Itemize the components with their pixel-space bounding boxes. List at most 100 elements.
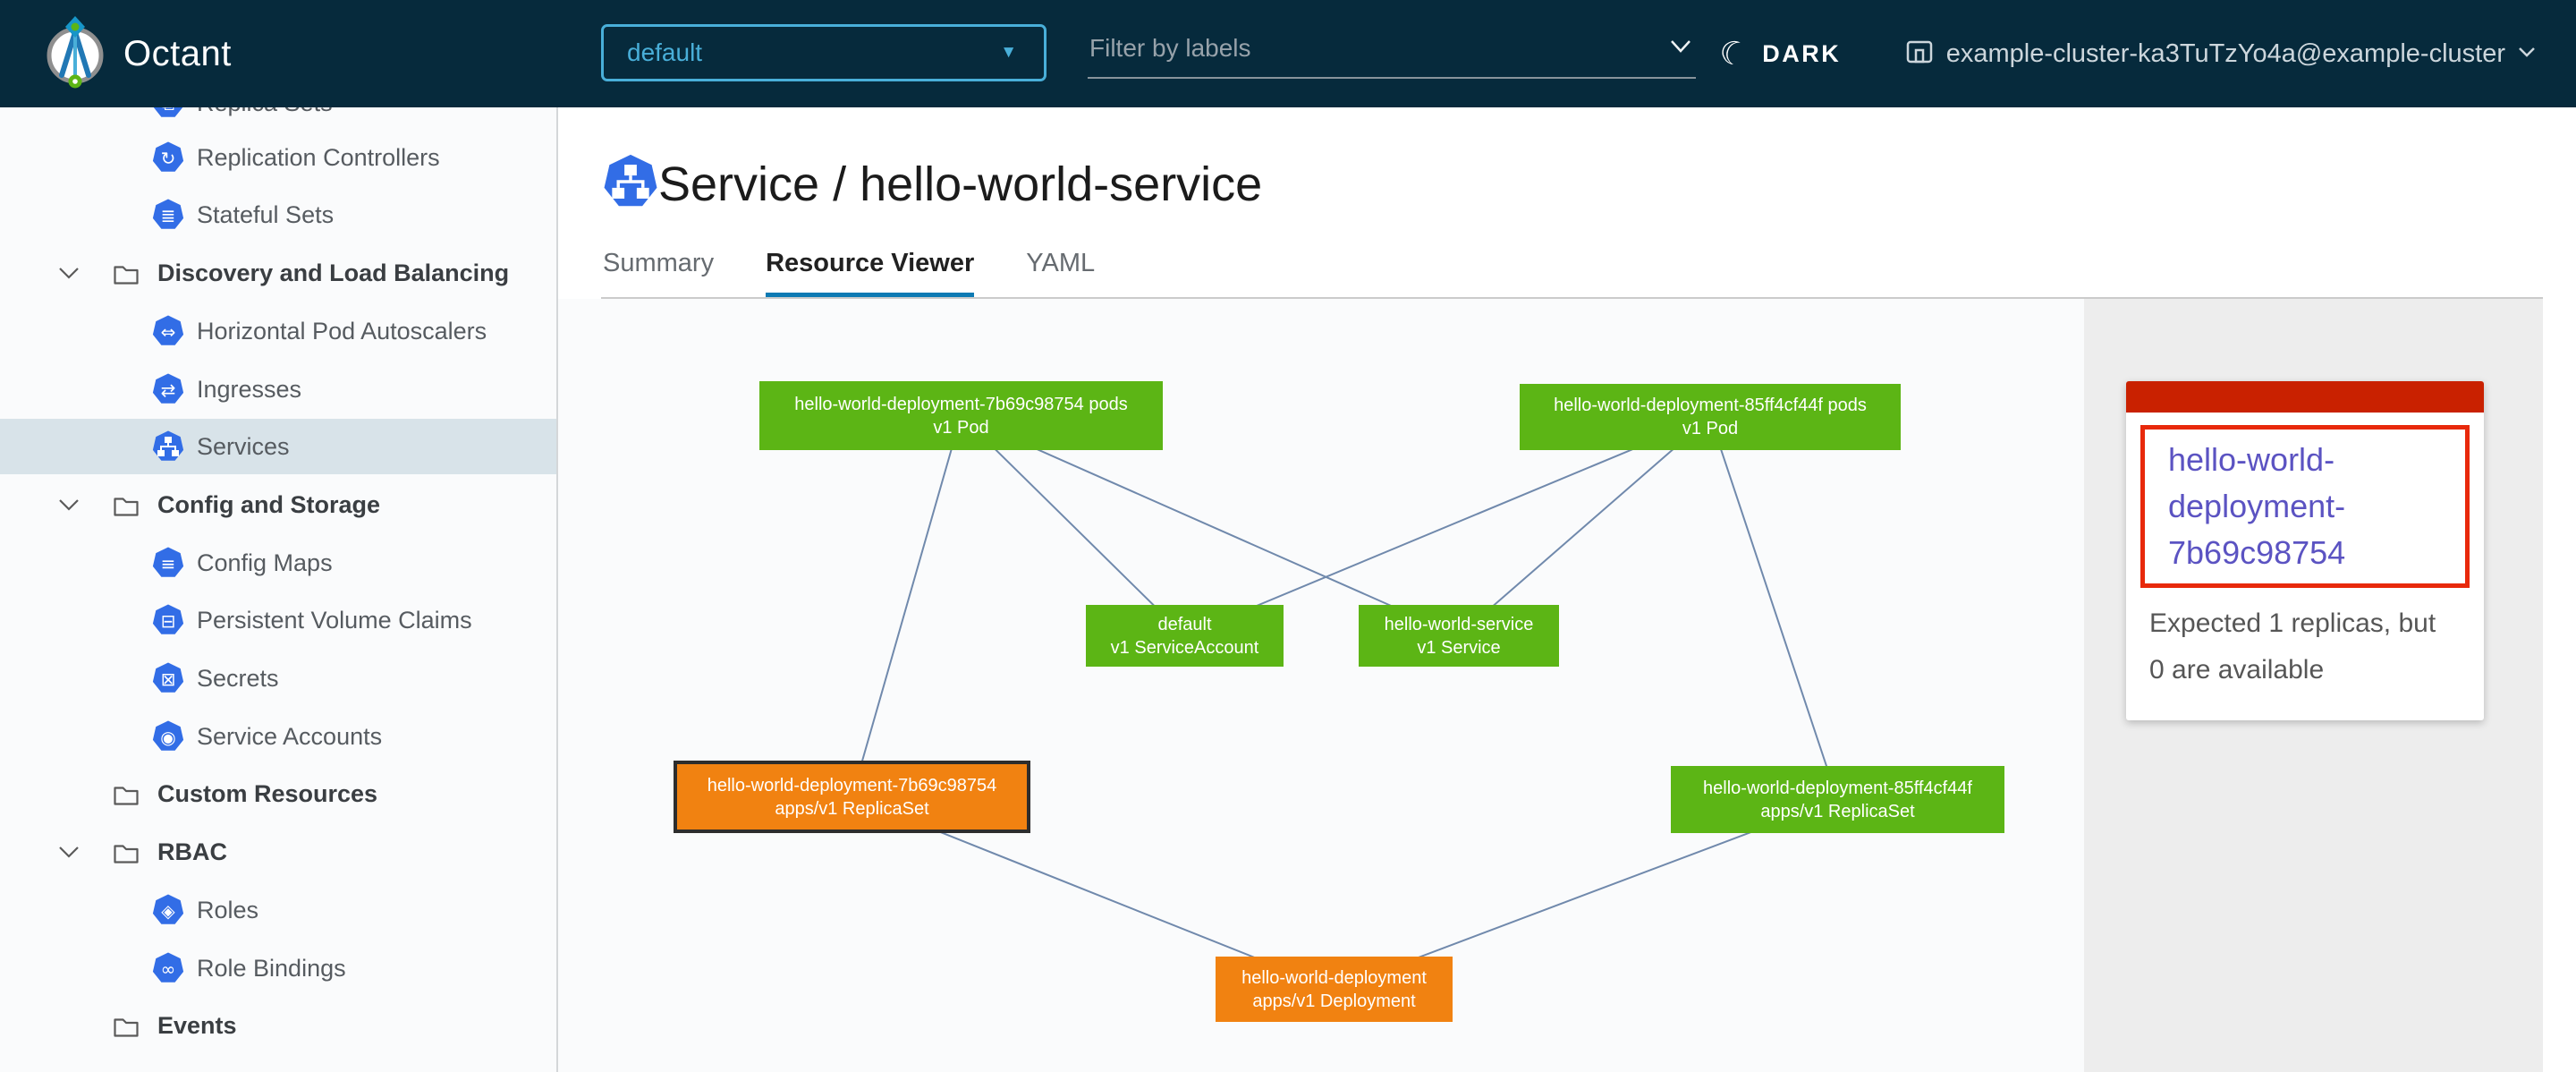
chevron-down-icon[interactable] xyxy=(1669,38,1692,60)
sidebar-item-service-accounts[interactable]: ◉ Service Accounts xyxy=(0,709,556,764)
node-label: default xyxy=(1157,613,1211,636)
sidebar-item-rbac[interactable]: RBAC xyxy=(0,824,556,880)
page-header: Service / hello-world-service xyxy=(603,154,1262,214)
graph-node-pod-left[interactable]: hello-world-deployment-7b69c98754 podsv1… xyxy=(759,381,1163,450)
sidebar-item-label: Replica Sets xyxy=(197,107,333,131)
selected-resource-box: hello-world-deployment-7b69c98754 xyxy=(2140,425,2470,588)
sidebar-item-label: Config Maps xyxy=(197,535,333,591)
sidebar-item-horizontal-pod-autoscalers[interactable]: ⇔ Horizontal Pod Autoscalers xyxy=(0,303,556,359)
sidebar-item-label: Horizontal Pod Autoscalers xyxy=(197,303,487,359)
context-selector[interactable]: example-cluster-ka3TuTzYo4a@example-clus… xyxy=(1905,0,2536,107)
graph-node-replicaset-new[interactable]: hello-world-deployment-85ff4cf44fapps/v1… xyxy=(1671,766,2004,833)
octant-compass-logo[interactable] xyxy=(45,13,106,93)
sidebar-item-custom-resources[interactable]: Custom Resources xyxy=(0,766,556,821)
app-title: Octant xyxy=(123,0,232,107)
sidebar-item-label: Secrets xyxy=(197,651,279,706)
chevron-down-icon xyxy=(2518,46,2536,63)
role-bindings-icon: ∞ xyxy=(152,952,184,989)
sidebar-item-stateful-sets[interactable]: ≣ Stateful Sets xyxy=(0,187,556,242)
sidebar-item-label: Events xyxy=(157,998,237,1053)
namespace-value: default xyxy=(627,38,702,67)
graph-node-replicaset-old[interactable]: hello-world-deployment-7b69c98754apps/v1… xyxy=(674,761,1030,833)
page-title: Service / hello-world-service xyxy=(658,157,1262,212)
service-accounts-icon: ◉ xyxy=(152,720,184,757)
tab-resource-viewer[interactable]: Resource Viewer xyxy=(766,249,974,298)
folder-icon xyxy=(113,260,140,290)
svg-text:◈: ◈ xyxy=(161,900,175,922)
sidebar-item-config-maps[interactable]: ≡ Config Maps xyxy=(0,535,556,591)
roles-icon: ◈ xyxy=(152,894,184,931)
folder-icon xyxy=(113,1013,140,1042)
node-label: hello-world-deployment-7b69c98754 pods xyxy=(794,393,1127,416)
sidebar-item-secrets[interactable]: ⊠ Secrets xyxy=(0,651,556,706)
status-card: hello-world-deployment-7b69c98754 Expect… xyxy=(2126,381,2484,720)
sidebar-item-label: Stateful Sets xyxy=(197,187,334,242)
sidebar-item-label: Role Bindings xyxy=(197,940,346,996)
tab-bar: Summary Resource Viewer YAML xyxy=(603,249,1147,298)
sidebar-item-role-bindings[interactable]: ∞ Role Bindings xyxy=(0,940,556,996)
context-name: example-cluster-ka3TuTzYo4a@example-clus… xyxy=(1946,39,2505,69)
sidebar-item-persistent-volume-claims[interactable]: ⊟ Persistent Volume Claims xyxy=(0,592,556,648)
sidebar-nav: ⧉ Replica Sets ↻ Replication Controllers ≣ St… xyxy=(0,107,558,1072)
sidebar-item-roles[interactable]: ◈ Roles xyxy=(0,882,556,938)
ingresses-icon: ⇄ xyxy=(152,373,184,410)
octant-app: Octant default ▼ Filter by labels ☾ DARK… xyxy=(0,0,2576,1072)
tab-summary[interactable]: Summary xyxy=(603,249,714,293)
folder-icon xyxy=(113,492,140,522)
sidebar-item-ingresses[interactable]: ⇄Ingresses xyxy=(0,362,556,417)
graph-node-pod-right[interactable]: hello-world-deployment-85ff4cf44f podsv1… xyxy=(1520,384,1901,450)
error-status-bar xyxy=(2126,381,2484,413)
secrets-icon: ⊠ xyxy=(152,662,184,699)
replica-sets-icon: ⧉ xyxy=(152,107,184,123)
graph-node-service[interactable]: hello-world-servicev1 Service xyxy=(1359,605,1559,667)
graph-node-deployment[interactable]: hello-world-deploymentapps/v1 Deployment xyxy=(1216,957,1453,1022)
node-kind: v1 ServiceAccount xyxy=(1111,636,1259,659)
theme-toggle-label: DARK xyxy=(1762,40,1841,68)
chevron-down-icon[interactable] xyxy=(57,497,80,517)
tab-yaml[interactable]: YAML xyxy=(1026,249,1095,293)
node-label: hello-world-deployment-85ff4cf44f xyxy=(1703,777,1972,800)
label-filter-input[interactable]: Filter by labels xyxy=(1088,27,1696,79)
folder-icon xyxy=(113,839,140,869)
svg-text:≡: ≡ xyxy=(161,553,176,574)
replication-controllers-icon: ↻ xyxy=(152,141,184,178)
folder-icon xyxy=(113,781,140,811)
node-kind: apps/v1 ReplicaSet xyxy=(775,797,928,821)
persistent-volume-claims-icon: ⊟ xyxy=(152,604,184,641)
sidebar-item-label: Service Accounts xyxy=(197,709,382,764)
config-maps-icon: ≡ xyxy=(152,547,184,583)
label-filter-placeholder: Filter by labels xyxy=(1089,34,1251,63)
sidebar-item-label: Discovery and Load Balancing xyxy=(157,245,509,301)
chevron-down-icon[interactable] xyxy=(57,265,80,285)
graph-node-service-account[interactable]: defaultv1 ServiceAccount xyxy=(1086,605,1284,667)
sidebar-item-services[interactable]: Services xyxy=(0,419,556,474)
svg-text:⊟: ⊟ xyxy=(161,610,176,632)
sidebar-item-label: Services xyxy=(197,419,290,474)
k8s-service-icon xyxy=(603,154,658,214)
app-header: Octant default ▼ Filter by labels ☾ DARK… xyxy=(0,0,2576,107)
chevron-down-icon[interactable] xyxy=(57,844,80,864)
sidebar-item-replica-sets[interactable]: ⧉ Replica Sets xyxy=(0,107,556,131)
horizontal-pod-autoscalers-icon: ⇔ xyxy=(152,315,184,352)
moon-icon: ☾ xyxy=(1715,34,1752,73)
services-icon xyxy=(152,430,184,467)
node-kind: v1 Pod xyxy=(1682,417,1738,440)
node-label: hello-world-deployment xyxy=(1241,966,1427,990)
sidebar-item-label: Replication Controllers xyxy=(197,130,440,185)
node-label: hello-world-deployment-85ff4cf44f pods xyxy=(1554,394,1867,417)
cluster-icon xyxy=(1905,38,1934,71)
stateful-sets-icon: ≣ xyxy=(152,199,184,235)
sidebar-item-events[interactable]: Events xyxy=(0,998,556,1053)
sidebar-item-label: Roles xyxy=(197,882,258,938)
sidebar-item-discovery-and-load-balancing[interactable]: Discovery and Load Balancing xyxy=(0,245,556,301)
sidebar-item-replication-controllers[interactable]: ↻ Replication Controllers xyxy=(0,130,556,185)
svg-text:≣: ≣ xyxy=(161,205,176,226)
status-message: Expected 1 replicas, but 0 are available xyxy=(2149,600,2470,693)
namespace-dropdown[interactable]: default ▼ xyxy=(601,24,1046,81)
sidebar-item-config-and-storage[interactable]: Config and Storage xyxy=(0,477,556,532)
svg-text:⇔: ⇔ xyxy=(161,321,176,343)
svg-text:⊠: ⊠ xyxy=(161,668,176,690)
sidebar-item-label: Persistent Volume Claims xyxy=(197,592,472,648)
theme-toggle[interactable]: ☾ DARK xyxy=(1719,0,1841,107)
resource-link[interactable]: hello-world-deployment-7b69c98754 xyxy=(2168,437,2456,576)
